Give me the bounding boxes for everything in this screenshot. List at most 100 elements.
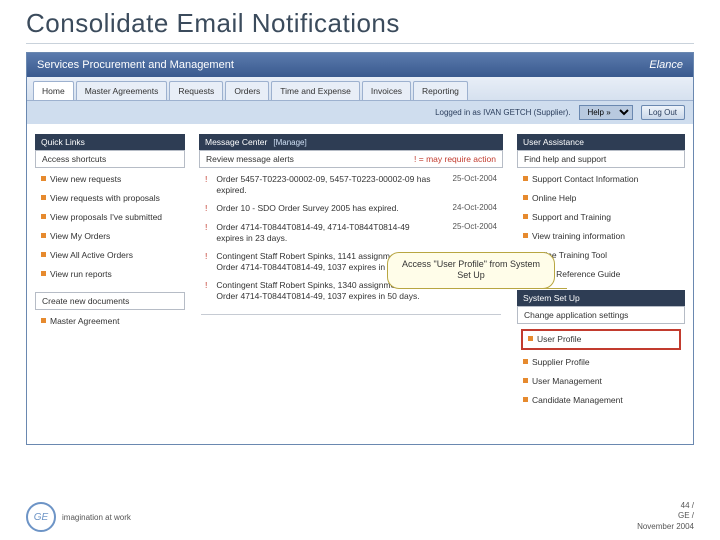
slide-title: Consolidate Email Notifications [26, 8, 720, 39]
title-rule [26, 43, 694, 44]
callout-connector [539, 288, 567, 289]
tab-orders[interactable]: Orders [225, 81, 269, 100]
quicklink-label: View proposals I've submitted [50, 212, 162, 222]
bullet-icon [523, 378, 528, 383]
message-text: Order 10 - SDO Order Survey 2005 has exp… [216, 203, 433, 214]
syssetup-header: System Set Up [517, 290, 685, 306]
bullet-icon [41, 214, 46, 219]
list-item[interactable]: View new requests [39, 170, 181, 189]
bullet-icon [41, 195, 46, 200]
callout-bubble: Access "User Profile" from System Set Up [387, 252, 555, 289]
quicklink-label: View new requests [50, 174, 121, 184]
alert-icon: ! [205, 203, 207, 213]
quicklink-label: View My Orders [50, 231, 110, 241]
footer-company: GE / [637, 511, 694, 521]
quicklink-label: View requests with proposals [50, 193, 160, 203]
message-row[interactable]: ! Order 10 - SDO Order Survey 2005 has ex… [203, 199, 499, 218]
loggedin-text: Logged in as IVAN GETCH (Supplier). [435, 108, 570, 117]
bullet-icon [41, 318, 46, 323]
alert-icon: ! [205, 222, 207, 232]
list-item[interactable]: Supplier Profile [521, 353, 681, 372]
assist-label: Online Help [532, 193, 576, 203]
list-item[interactable]: View training information [521, 227, 681, 246]
list-item[interactable]: Support Contact Information [521, 170, 681, 189]
tab-requests[interactable]: Requests [169, 81, 223, 100]
bullet-icon [41, 176, 46, 181]
divider [201, 314, 501, 315]
app-frame: Services Procurement and Management Elan… [26, 52, 694, 445]
userassist-header: User Assistance [517, 134, 685, 150]
message-row[interactable]: ! Order 5457-T0223-00002-09, 5457-T0223-0… [203, 170, 499, 199]
tab-master-agreements[interactable]: Master Agreements [76, 81, 168, 100]
message-row[interactable]: ! Order 4714-T0844T0814-49, 4714-T0844T08… [203, 218, 499, 247]
bullet-icon [523, 397, 528, 402]
msgcenter-manage-link[interactable]: [Manage] [273, 138, 306, 147]
ge-logo-icon: GE [26, 502, 56, 532]
sub-toolbar: Logged in as IVAN GETCH (Supplier). Help… [27, 101, 693, 124]
list-item[interactable]: View All Active Orders [39, 246, 181, 265]
tab-home[interactable]: Home [33, 81, 74, 100]
assist-label: View training information [532, 231, 625, 241]
list-item[interactable]: Candidate Management [521, 391, 681, 410]
msgcenter-header: Message Center [Manage] [199, 134, 503, 150]
help-dropdown[interactable]: Help » [579, 105, 633, 120]
list-item[interactable]: Master Agreement [39, 312, 181, 331]
quicklink-label: View run reports [50, 269, 112, 279]
quicklinks-header: Quick Links [35, 134, 185, 150]
tab-invoices[interactable]: Invoices [362, 81, 411, 100]
message-text: Order 5457-T0223-00002-09, 5457-T0223-00… [216, 174, 433, 195]
bullet-icon [41, 271, 46, 276]
message-date: 25-Oct-2004 [439, 222, 497, 231]
col-quicklinks: Quick Links Access shortcuts View new re… [35, 134, 185, 434]
syssetup-label: Candidate Management [532, 395, 623, 405]
msgcenter-sub-label: Review message alerts [206, 154, 294, 164]
app-title: Services Procurement and Management [37, 59, 234, 71]
list-item[interactable]: View run reports [39, 265, 181, 284]
list-item[interactable]: User Management [521, 372, 681, 391]
quicklinks-sub: Access shortcuts [35, 150, 185, 168]
msgcenter-sub: Review message alerts ! = may require ac… [199, 150, 503, 168]
msgcenter-reqnote: ! = may require action [414, 154, 496, 164]
bullet-icon [523, 359, 528, 364]
quicklinks-create-items: Master Agreement [35, 310, 185, 333]
quicklinks-create-hd: Create new documents [35, 292, 185, 310]
list-item-user-profile[interactable]: User Profile [526, 333, 676, 346]
tab-reporting[interactable]: Reporting [413, 81, 468, 100]
footer-meta: 44 / GE / November 2004 [637, 501, 694, 532]
alert-icon: ! [205, 174, 207, 184]
list-item[interactable]: Online Help [521, 189, 681, 208]
bullet-icon [523, 195, 528, 200]
app-brand: Elance [649, 59, 683, 71]
footer-tagline: imagination at work [62, 513, 131, 522]
syssetup-userprofile-highlight: User Profile [521, 329, 681, 350]
bullet-icon [523, 176, 528, 181]
col-right: User Assistance Find help and support Su… [517, 134, 685, 434]
syssetup-sub: Change application settings [517, 306, 685, 324]
userassist-sub: Find help and support [517, 150, 685, 168]
list-item[interactable]: View My Orders [39, 227, 181, 246]
bullet-icon [41, 233, 46, 238]
message-text: Order 4714-T0844T0814-49, 4714-T0844T081… [216, 222, 433, 243]
bullet-icon [523, 214, 528, 219]
footer-date: November 2004 [637, 522, 694, 532]
syssetup-label: Supplier Profile [532, 357, 590, 367]
syssetup-label: User Profile [537, 334, 581, 344]
bullet-icon [528, 336, 533, 341]
message-date: 25-Oct-2004 [439, 174, 497, 183]
list-item[interactable]: Support and Training [521, 208, 681, 227]
msgcenter-title: Message Center [205, 137, 267, 147]
list-item[interactable]: View proposals I've submitted [39, 208, 181, 227]
assist-label: Support Contact Information [532, 174, 638, 184]
list-item[interactable]: View requests with proposals [39, 189, 181, 208]
nav-tabs: Home Master Agreements Requests Orders T… [27, 77, 693, 101]
assist-label: Support and Training [532, 212, 611, 222]
tab-time-expense[interactable]: Time and Expense [271, 81, 360, 100]
alert-icon: ! [205, 280, 207, 290]
main-body: Quick Links Access shortcuts View new re… [27, 124, 693, 444]
quicklink-label: Master Agreement [50, 316, 119, 326]
footer-page: 44 / [637, 501, 694, 511]
bullet-icon [41, 252, 46, 257]
syssetup-items: User Profile Supplier Profile User Manag… [517, 324, 685, 412]
logout-button[interactable]: Log Out [641, 105, 685, 120]
bullet-icon [523, 233, 528, 238]
